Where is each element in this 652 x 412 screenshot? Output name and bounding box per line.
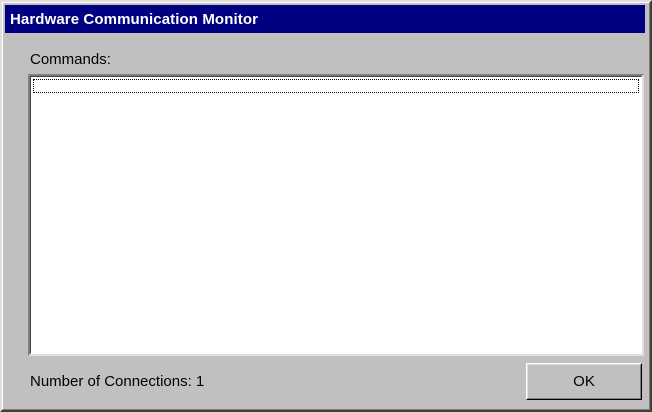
title-bar[interactable]: Hardware Communication Monitor — [5, 5, 645, 33]
commands-list[interactable] — [28, 74, 644, 356]
focused-list-item[interactable] — [33, 79, 639, 93]
window-title: Hardware Communication Monitor — [10, 10, 259, 28]
hardware-communication-monitor-dialog: Hardware Communication Monitor Commands:… — [0, 0, 652, 412]
ok-button[interactable]: OK — [526, 363, 642, 400]
commands-list-inner — [30, 76, 642, 354]
connections-count-label: Number of Connections: 1 — [30, 373, 205, 390]
ok-button-label: OK — [573, 373, 595, 390]
commands-label: Commands: — [30, 51, 111, 68]
